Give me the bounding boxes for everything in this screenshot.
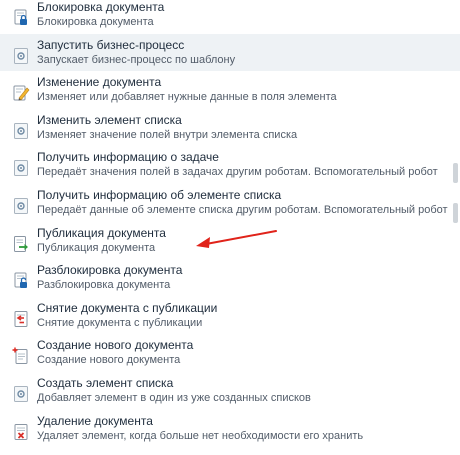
gear-doc-icon	[12, 159, 30, 177]
item-description: Передаёт данные об элементе списка други…	[37, 203, 448, 216]
document-delete-icon	[12, 423, 30, 441]
document-edit-icon	[12, 84, 30, 102]
list-item-delete-document[interactable]: Удаление документа Удаляет элемент, когд…	[0, 410, 460, 448]
document-new-icon	[12, 347, 30, 365]
item-title: Снятие документа с публикации	[37, 300, 218, 315]
document-lock-icon	[12, 9, 30, 27]
list-item-unlock-document[interactable]: Разблокировка документа Разблокировка до…	[0, 259, 460, 297]
item-description: Снятие документа с публикации	[37, 316, 203, 329]
item-description: Передаёт значения полей в задачах другим…	[37, 166, 438, 179]
item-title: Запустить бизнес-процесс	[37, 37, 185, 52]
item-description: Блокировка документа	[37, 16, 154, 28]
gear-doc-icon	[12, 47, 30, 65]
item-title: Изменение документа	[37, 75, 162, 90]
item-description: Создание нового документа	[37, 354, 181, 367]
list-item-get-task-info[interactable]: Получить информацию о задаче Передаёт зн…	[0, 146, 460, 184]
item-description: Запускает бизнес-процесс по шаблону	[37, 53, 236, 66]
list-item-get-list-element-info[interactable]: Получить информацию об элементе списка П…	[0, 184, 460, 222]
gear-doc-icon	[12, 385, 30, 403]
item-title: Удаление документа	[37, 413, 153, 428]
list-item-lock-document[interactable]: Блокировка документа Блокировка документ…	[0, 0, 460, 34]
item-title: Блокировка документа	[37, 0, 165, 14]
item-title: Изменить элемент списка	[37, 112, 182, 127]
robot-action-list: Блокировка документа Блокировка документ…	[0, 0, 460, 447]
item-title: Получить информацию об элементе списка	[37, 187, 282, 202]
item-title: Создание нового документа	[37, 338, 194, 353]
list-item-unpublish-document[interactable]: Снятие документа с публикации Снятие док…	[0, 297, 460, 335]
item-description: Изменяет или добавляет нужные данные в п…	[37, 91, 337, 104]
list-item-create-document[interactable]: Создание нового документа Создание новог…	[0, 334, 460, 372]
scrollbar-segment[interactable]	[453, 163, 458, 183]
list-item-edit-list-element[interactable]: Изменить элемент списка Изменяет значени…	[0, 109, 460, 147]
item-description: Изменяет значение полей внутри элемента …	[37, 128, 298, 141]
item-title: Создать элемент списка	[37, 375, 174, 390]
gear-doc-icon	[12, 197, 30, 215]
item-description: Добавляет элемент в один из уже созданны…	[37, 391, 311, 404]
list-item-create-list-element[interactable]: Создать элемент списка Добавляет элемент…	[0, 372, 460, 410]
item-title: Разблокировка документа	[37, 263, 183, 278]
document-publish-icon	[12, 235, 30, 253]
document-unpublish-icon	[12, 310, 30, 328]
item-description: Разблокировка документа	[37, 279, 171, 292]
list-item-edit-document[interactable]: Изменение документа Изменяет или добавля…	[0, 71, 460, 109]
scrollbar-segment[interactable]	[453, 203, 458, 223]
red-arrow-annotation	[196, 230, 277, 248]
gear-doc-icon	[12, 122, 30, 140]
item-title: Получить информацию о задаче	[37, 150, 219, 165]
document-unlock-icon	[12, 272, 30, 290]
item-description: Удаляет элемент, когда больше нет необхо…	[37, 429, 364, 442]
list-item-start-business-process[interactable]: Запустить бизнес-процесс Запускает бизне…	[0, 33, 460, 72]
